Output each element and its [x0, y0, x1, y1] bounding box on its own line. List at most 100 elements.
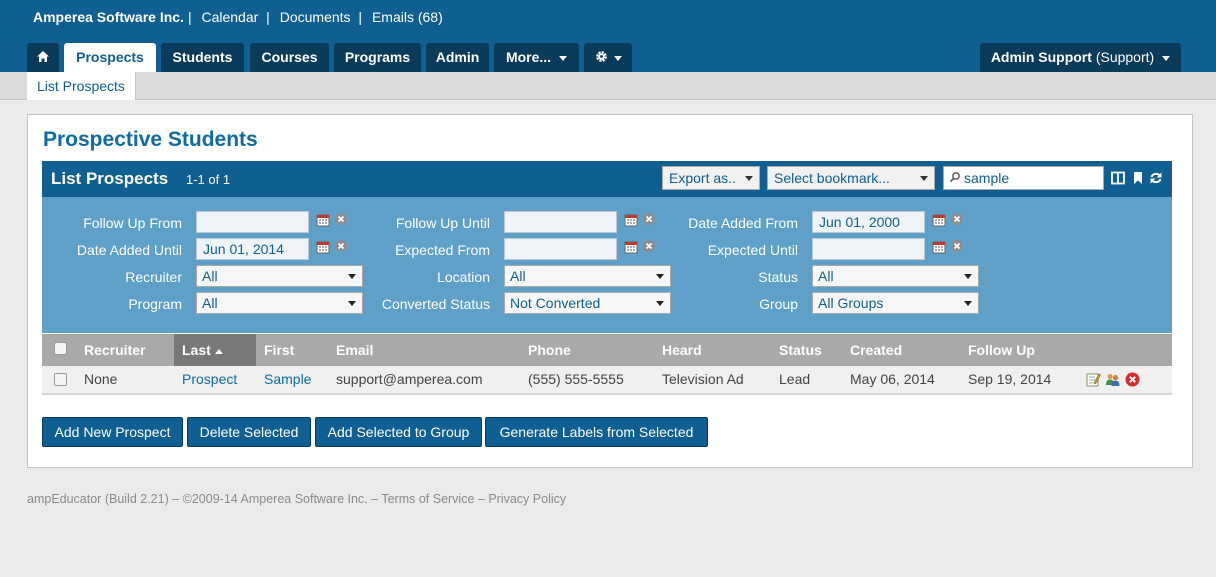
recruiter-value: All [202, 268, 218, 284]
program-value: All [202, 295, 218, 311]
column-follow-up[interactable]: Follow Up [960, 334, 1078, 366]
settings-menu[interactable] [584, 43, 632, 72]
clear-icon[interactable] [642, 239, 656, 253]
column-phone[interactable]: Phone [520, 334, 654, 366]
column-created[interactable]: Created [842, 334, 960, 366]
tab-admin[interactable]: Admin [426, 43, 489, 72]
export-dropdown[interactable]: Export as.. [662, 166, 760, 190]
chevron-down-icon [1162, 55, 1171, 61]
tab-more-label: More... [505, 49, 552, 65]
user-role: (Support) [1095, 49, 1155, 65]
converted-status-select[interactable]: Not Converted [504, 292, 671, 314]
tab-list-prospects[interactable]: List Prospects [27, 72, 136, 100]
recruiter-select[interactable]: All [196, 265, 363, 287]
date-added-until-label: Date Added Until [76, 242, 182, 258]
group-value: All Groups [818, 295, 884, 311]
chevron-down-icon [920, 176, 928, 181]
tab-courses[interactable]: Courses [250, 43, 329, 72]
program-select[interactable]: All [196, 292, 363, 314]
documents-link[interactable]: Documents [280, 9, 351, 25]
calendar-icon[interactable] [624, 213, 638, 227]
top-links: Amperea Software Inc. | Calendar | Docume… [33, 9, 443, 25]
delete-selected-button[interactable]: Delete Selected [187, 417, 311, 447]
terms-link[interactable]: Terms of Service [381, 492, 474, 506]
status-label: Status [758, 269, 798, 285]
date-added-from-label: Date Added From [688, 215, 798, 231]
calendar-icon[interactable] [932, 213, 946, 227]
follow-up-from-field[interactable] [196, 211, 309, 233]
edit-icon[interactable] [1086, 372, 1101, 387]
clear-icon[interactable] [950, 212, 964, 226]
bookmark-label: Select bookmark... [774, 170, 890, 186]
calendar-icon[interactable] [932, 240, 946, 254]
calendar-icon[interactable] [624, 240, 638, 254]
refresh-icon[interactable] [1149, 171, 1163, 185]
tab-students[interactable]: Students [161, 43, 244, 72]
cell-last[interactable]: Prospect [174, 366, 237, 393]
user-name: Admin Support [990, 49, 1092, 65]
clear-icon[interactable] [334, 212, 348, 226]
converted-status-label: Converted Status [381, 296, 490, 312]
brand-name[interactable]: Amperea Software Inc. [33, 9, 184, 25]
search-input[interactable]: sample [943, 166, 1104, 190]
follow-up-until-field[interactable] [504, 211, 617, 233]
calendar-icon[interactable] [316, 213, 330, 227]
expected-until-label: Expected Until [707, 242, 798, 258]
date-added-from-field[interactable]: Jun 01, 2000 [812, 211, 925, 233]
status-select[interactable]: All [812, 265, 979, 287]
location-select[interactable]: All [504, 265, 671, 287]
table-row: None Prospect Sample support@amperea.com… [42, 366, 1172, 395]
sort-asc-icon [214, 348, 223, 354]
group-label: Group [759, 296, 798, 312]
column-last-label: Last [182, 342, 211, 358]
tab-programs[interactable]: Programs [334, 43, 421, 72]
bookmark-dropdown[interactable]: Select bookmark... [767, 166, 935, 190]
status-value: All [818, 268, 834, 284]
cell-status: Lead [779, 371, 811, 387]
clear-icon[interactable] [642, 212, 656, 226]
tab-prospects[interactable]: Prospects [64, 43, 156, 72]
column-status[interactable]: Status [771, 334, 842, 366]
column-heard[interactable]: Heard [654, 334, 771, 366]
recruiter-label: Recruiter [125, 269, 182, 285]
column-last[interactable]: Last [174, 334, 256, 366]
home-icon [37, 51, 49, 63]
search-value: sample [964, 170, 1010, 186]
select-all-checkbox[interactable] [54, 342, 67, 355]
emails-link[interactable]: Emails (68) [372, 9, 443, 25]
row-checkbox[interactable] [54, 373, 67, 386]
expected-from-field[interactable] [504, 238, 617, 260]
user-menu[interactable]: Admin Support (Support) [980, 43, 1181, 72]
cell-heard: Television Ad [662, 371, 744, 387]
page-title: Prospective Students [43, 128, 258, 151]
column-email[interactable]: Email [328, 334, 520, 366]
cell-first[interactable]: Sample [256, 366, 311, 393]
calendar-icon[interactable] [316, 240, 330, 254]
add-selected-to-group-button[interactable]: Add Selected to Group [315, 417, 482, 447]
clear-icon[interactable] [334, 239, 348, 253]
cell-email: support@amperea.com [336, 371, 483, 387]
search-icon [949, 172, 960, 183]
bookmark-icon[interactable] [1131, 171, 1145, 185]
location-value: All [510, 268, 526, 284]
add-new-prospect-button[interactable]: Add New Prospect [42, 417, 183, 447]
location-label: Location [437, 269, 490, 285]
date-added-until-field[interactable]: Jun 01, 2014 [196, 238, 309, 260]
clear-icon[interactable] [950, 239, 964, 253]
expected-until-field[interactable] [812, 238, 925, 260]
calendar-link[interactable]: Calendar [201, 9, 258, 25]
column-recruiter[interactable]: Recruiter [76, 334, 174, 366]
group-select[interactable]: All Groups [812, 292, 979, 314]
privacy-link[interactable]: Privacy Policy [488, 492, 566, 506]
tab-home[interactable] [27, 43, 59, 72]
group-icon[interactable] [1105, 372, 1120, 387]
delete-icon[interactable] [1125, 372, 1140, 387]
column-first[interactable]: First [256, 334, 328, 366]
columns-icon[interactable] [1111, 171, 1125, 185]
converted-status-value: Not Converted [510, 295, 601, 311]
generate-labels-button[interactable]: Generate Labels from Selected [485, 417, 708, 447]
result-count: 1-1 of 1 [186, 172, 231, 187]
list-header: List Prospects 1-1 of 1 Export as.. Sele… [42, 161, 1172, 197]
chevron-down-icon [964, 274, 972, 279]
tab-more[interactable]: More... [494, 43, 579, 72]
